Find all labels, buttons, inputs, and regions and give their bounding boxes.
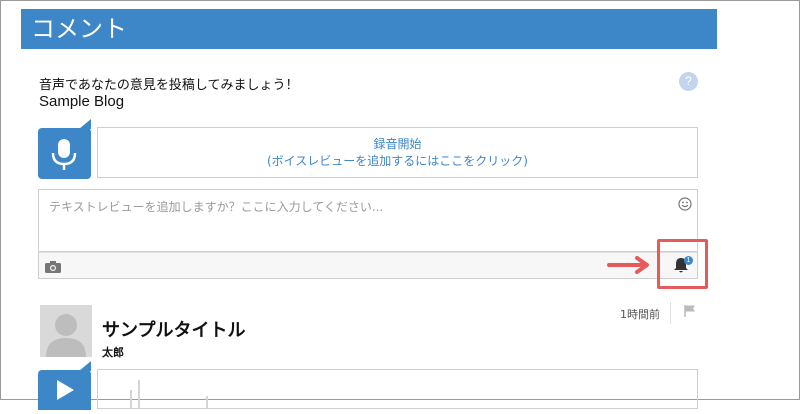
blog-name: Sample Blog — [39, 93, 125, 110]
play-icon — [57, 380, 74, 400]
waveform-bar — [130, 390, 132, 408]
comment-header: コメント — [21, 9, 717, 49]
text-review-input[interactable]: テキストレビューを追加しますか？ここに入力してください... — [38, 189, 698, 252]
right-arrow-icon — [607, 256, 649, 274]
input-toolbar — [38, 252, 698, 279]
text-review-placeholder: テキストレビューを追加しますか？ここに入力してください... — [49, 200, 384, 214]
microphone-icon — [51, 139, 77, 170]
notification-badge: 1 — [684, 256, 693, 265]
flag-icon[interactable] — [683, 304, 697, 318]
camera-icon[interactable] — [45, 261, 61, 273]
post-time: 1時間前 — [620, 308, 660, 321]
avatar-placeholder — [46, 314, 86, 357]
post-author: 太郎 — [102, 346, 124, 359]
divider — [670, 302, 671, 324]
record-label: 録音開始 — [373, 136, 422, 151]
microphone-tile[interactable] — [38, 119, 91, 179]
play-button[interactable] — [38, 361, 91, 410]
avatar — [40, 305, 92, 357]
record-hint: (ボイスレビューを追加するにはここをクリック) — [266, 153, 528, 168]
record-button[interactable]: 録音開始 (ボイスレビューを追加するにはここをクリック) — [97, 127, 698, 178]
post-title: サンプルタイトル — [102, 320, 246, 341]
waveform-bar — [138, 380, 140, 408]
prompt-text: 音声であなたの意見を投稿してみましょう！ — [39, 78, 299, 93]
help-icon[interactable]: ? — [679, 72, 698, 91]
audio-waveform[interactable] — [97, 369, 698, 409]
waveform-bar — [206, 396, 208, 408]
help-symbol: ? — [685, 74, 692, 88]
header-title: コメント — [31, 15, 127, 43]
smiley-icon[interactable] — [678, 197, 692, 211]
